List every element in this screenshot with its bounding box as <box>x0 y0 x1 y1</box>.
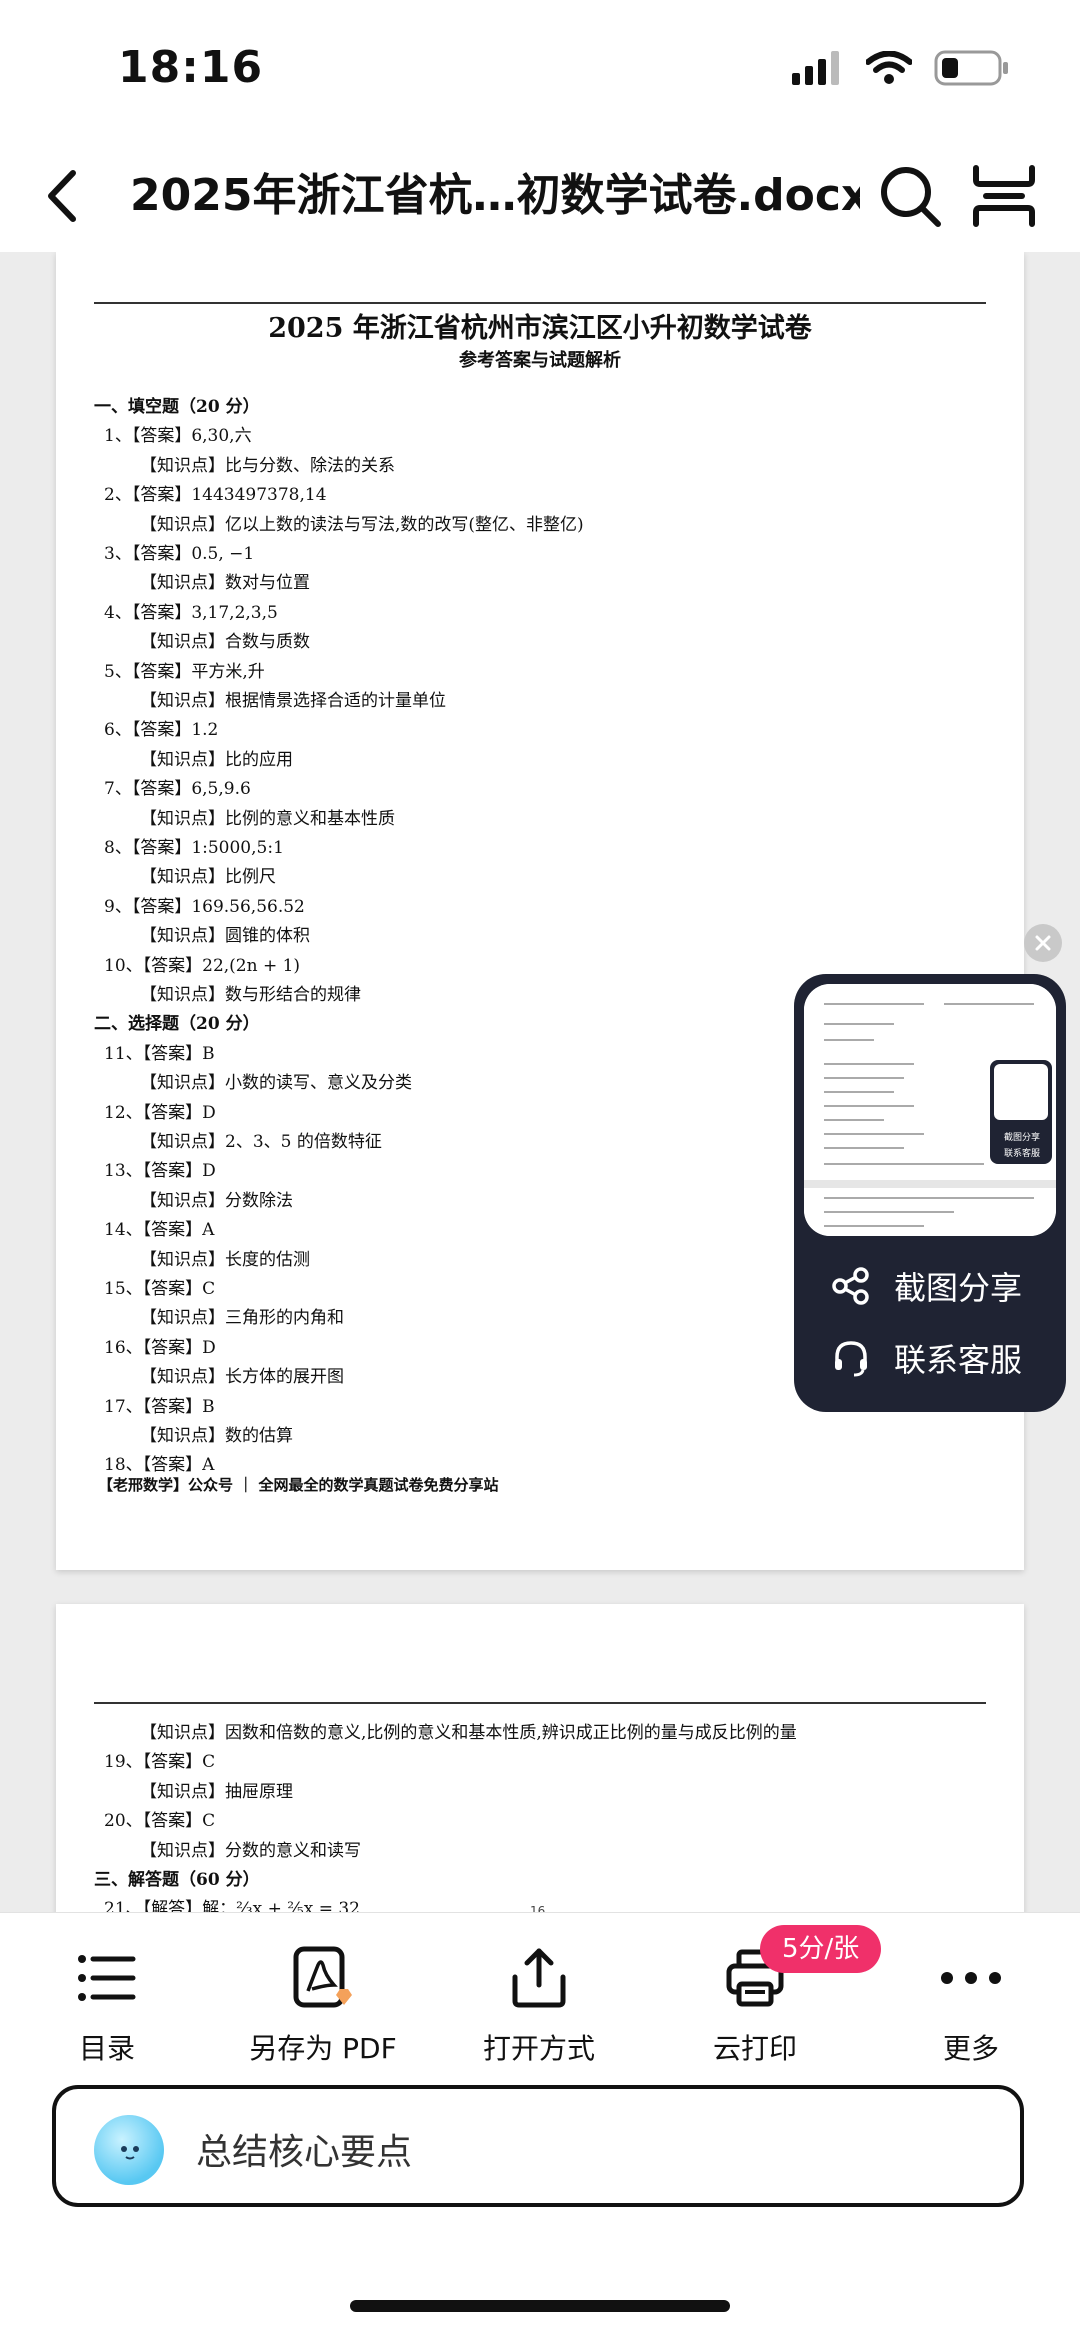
list-icon <box>72 1943 142 2013</box>
status-icons <box>792 50 1010 86</box>
ai-summary-label: 总结核心要点 <box>196 2132 413 2173</box>
answer-line: 11、【答案】B <box>104 1043 215 1064</box>
contact-service-button[interactable]: 联系客服 <box>832 1328 1022 1388</box>
more-icon <box>936 1943 1006 2013</box>
knowledge-point-line: 【知识点】数对与位置 <box>140 573 310 594</box>
exam-subtitle: 参考答案与试题解析 <box>459 350 621 371</box>
knowledge-point-line: 【知识点】长度的估测 <box>140 1249 310 1270</box>
document-page-2: 【知识点】因数和倍数的意义,比例的意义和基本性质,辨识成正比例的量与成反比例的量… <box>56 1604 1024 1912</box>
answer-line: 9、【答案】169.56,56.52 <box>104 896 305 917</box>
knowledge-point-line: 【知识点】数的估算 <box>140 1426 293 1446</box>
close-icon <box>1035 935 1051 951</box>
status-bar: 18:16 <box>0 0 1080 140</box>
status-time: 18:16 <box>118 42 264 93</box>
back-arrow-icon <box>48 170 76 222</box>
knowledge-point-line: 【知识点】比与分数、除法的关系 <box>140 455 395 476</box>
knowledge-point-line: 【知识点】比的应用 <box>140 749 293 770</box>
knowledge-point-line: 【知识点】数与形结合的规律 <box>140 985 361 1005</box>
wifi-icon <box>866 51 912 84</box>
save-as-pdf-label: 另存为 PDF <box>249 2032 397 2065</box>
knowledge-point-line: 【知识点】2、3、5 的倍数特征 <box>140 1132 382 1152</box>
header-rule <box>94 302 986 304</box>
search-button[interactable] <box>876 162 944 230</box>
answer-line: 13、【答案】D <box>104 1161 216 1182</box>
answer-line: 12、【答案】D <box>104 1102 216 1123</box>
share-nodes-icon <box>832 1267 869 1305</box>
fit-width-icon <box>973 165 1035 227</box>
answer-line: 18、【答案】A <box>104 1455 215 1476</box>
battery-icon <box>934 50 1008 86</box>
section-heading: 一、填空题（20 分） <box>94 397 260 417</box>
page-footer: 【老邢数学】公众号 ｜ 全网最全的数学真题试卷免费分享站 <box>98 1476 499 1494</box>
answer-line: 14、【答案】A <box>104 1220 215 1241</box>
headset-icon <box>835 1341 867 1377</box>
knowledge-point-line: 【知识点】长方体的展开图 <box>140 1367 344 1388</box>
section-heading: 三、解答题（60 分） <box>94 1870 260 1890</box>
search-icon <box>881 167 941 227</box>
pdf-icon <box>288 1943 358 2013</box>
signal-icon <box>792 51 839 85</box>
open-with-label: 打开方式 <box>482 2032 595 2065</box>
nav-bar: 2025年浙江省杭…初数学试卷.docx <box>0 140 1080 253</box>
answer-line: 6、【答案】1.2 <box>104 720 219 741</box>
screenshot-share-panel: 截图分享 联系客服 截图分享 联系客服 <box>794 974 1066 1412</box>
answer-line: 8、【答案】1:5000,5:1 <box>104 838 284 858</box>
document-title: 2025年浙江省杭…初数学试卷.docx <box>130 170 860 221</box>
ai-summary-button[interactable]: 总结核心要点 <box>52 2085 1024 2207</box>
svg-text:联系客服: 联系客服 <box>1004 1147 1040 1159</box>
page-number: 16 <box>530 1904 546 1912</box>
knowledge-point-line: 【知识点】圆锥的体积 <box>140 926 310 947</box>
answer-line: 10、【答案】22,(2n + 1) <box>104 955 301 976</box>
knowledge-point-line: 【知识点】合数与质数 <box>140 632 310 653</box>
answer-line: 2、【答案】1443497378,14 <box>104 485 327 506</box>
answer-line: 19、【答案】C <box>104 1752 216 1773</box>
knowledge-point-line: 【知识点】比例尺 <box>140 867 276 888</box>
save-as-pdf-button[interactable]: 另存为 PDF <box>233 1943 413 2067</box>
answer-line: 17、【答案】B <box>104 1396 215 1417</box>
float-close-button[interactable] <box>1024 924 1062 962</box>
more-label: 更多 <box>942 2032 999 2065</box>
screenshot-thumbnail[interactable]: 截图分享 联系客服 <box>804 984 1056 1236</box>
knowledge-point-line: 【知识点】抽屉原理 <box>140 1781 293 1802</box>
open-with-button[interactable]: 打开方式 <box>449 1943 629 2067</box>
toc-button[interactable]: 目录 <box>17 1943 197 2067</box>
answer-line: 3、【答案】0.5, −1 <box>104 544 255 564</box>
svg-text:截图分享: 截图分享 <box>1004 1131 1040 1143</box>
screenshot-preview: 截图分享 联系客服 <box>804 984 1056 1236</box>
answer-line: 7、【答案】6,5,9.6 <box>104 779 251 800</box>
knowledge-point-line: 【知识点】因数和倍数的意义,比例的意义和基本性质,辨识成正比例的量与成反比例的量 <box>140 1723 797 1743</box>
knowledge-point-line: 【知识点】亿以上数的读法与写法,数的改写(整亿、非整亿) <box>140 514 584 535</box>
knowledge-point-line: 【知识点】小数的读写、意义及分类 <box>140 1073 412 1094</box>
answer-line: 20、【答案】C <box>104 1811 216 1832</box>
home-indicator <box>350 2300 730 2312</box>
answer-line: 1、【答案】6,30,六 <box>104 426 252 447</box>
answer-line: 16、【答案】D <box>104 1337 216 1358</box>
answer-line: 4、【答案】3,17,2,3,5 <box>104 602 278 623</box>
screenshot-share-button[interactable]: 截图分享 <box>832 1256 1022 1316</box>
more-button[interactable]: 更多 <box>881 1943 1061 2067</box>
fit-width-button[interactable] <box>970 162 1038 230</box>
ai-assistant-avatar-icon <box>94 2115 164 2185</box>
knowledge-point-line: 【知识点】分数的意义和读写 <box>140 1840 361 1861</box>
toc-label: 目录 <box>78 2032 135 2065</box>
knowledge-point-line: 【知识点】比例的意义和基本性质 <box>140 808 395 829</box>
knowledge-point-line: 【知识点】三角形的内角和 <box>140 1308 344 1329</box>
contact-service-label: 联系客服 <box>894 1341 1023 1379</box>
section-heading: 二、选择题（20 分） <box>94 1014 260 1035</box>
exam-title: 2025 年浙江省杭州市滨江区小升初数学试卷 <box>268 313 812 344</box>
share-icon <box>504 1943 574 2013</box>
answer-line: 15、【答案】C <box>104 1279 216 1299</box>
screenshot-share-label: 截图分享 <box>894 1269 1023 1307</box>
knowledge-point-line: 【知识点】分数除法 <box>140 1190 293 1211</box>
bottom-toolbar: 目录 另存为 PDF 打开方式 云打印 5分/张 更多 总结核心要点 <box>0 1912 1080 2338</box>
back-button[interactable] <box>32 164 92 228</box>
cloud-print-label: 云打印 <box>712 2032 797 2065</box>
print-price-badge: 5分/张 <box>760 1925 882 1973</box>
answer-line: 21、【解答】解：⅔x + ⅖x = 32 <box>104 1899 360 1912</box>
answer-line: 5、【答案】平方米,升 <box>104 661 265 682</box>
knowledge-point-line: 【知识点】根据情景选择合适的计量单位 <box>140 691 446 711</box>
header-rule <box>94 1702 986 1704</box>
